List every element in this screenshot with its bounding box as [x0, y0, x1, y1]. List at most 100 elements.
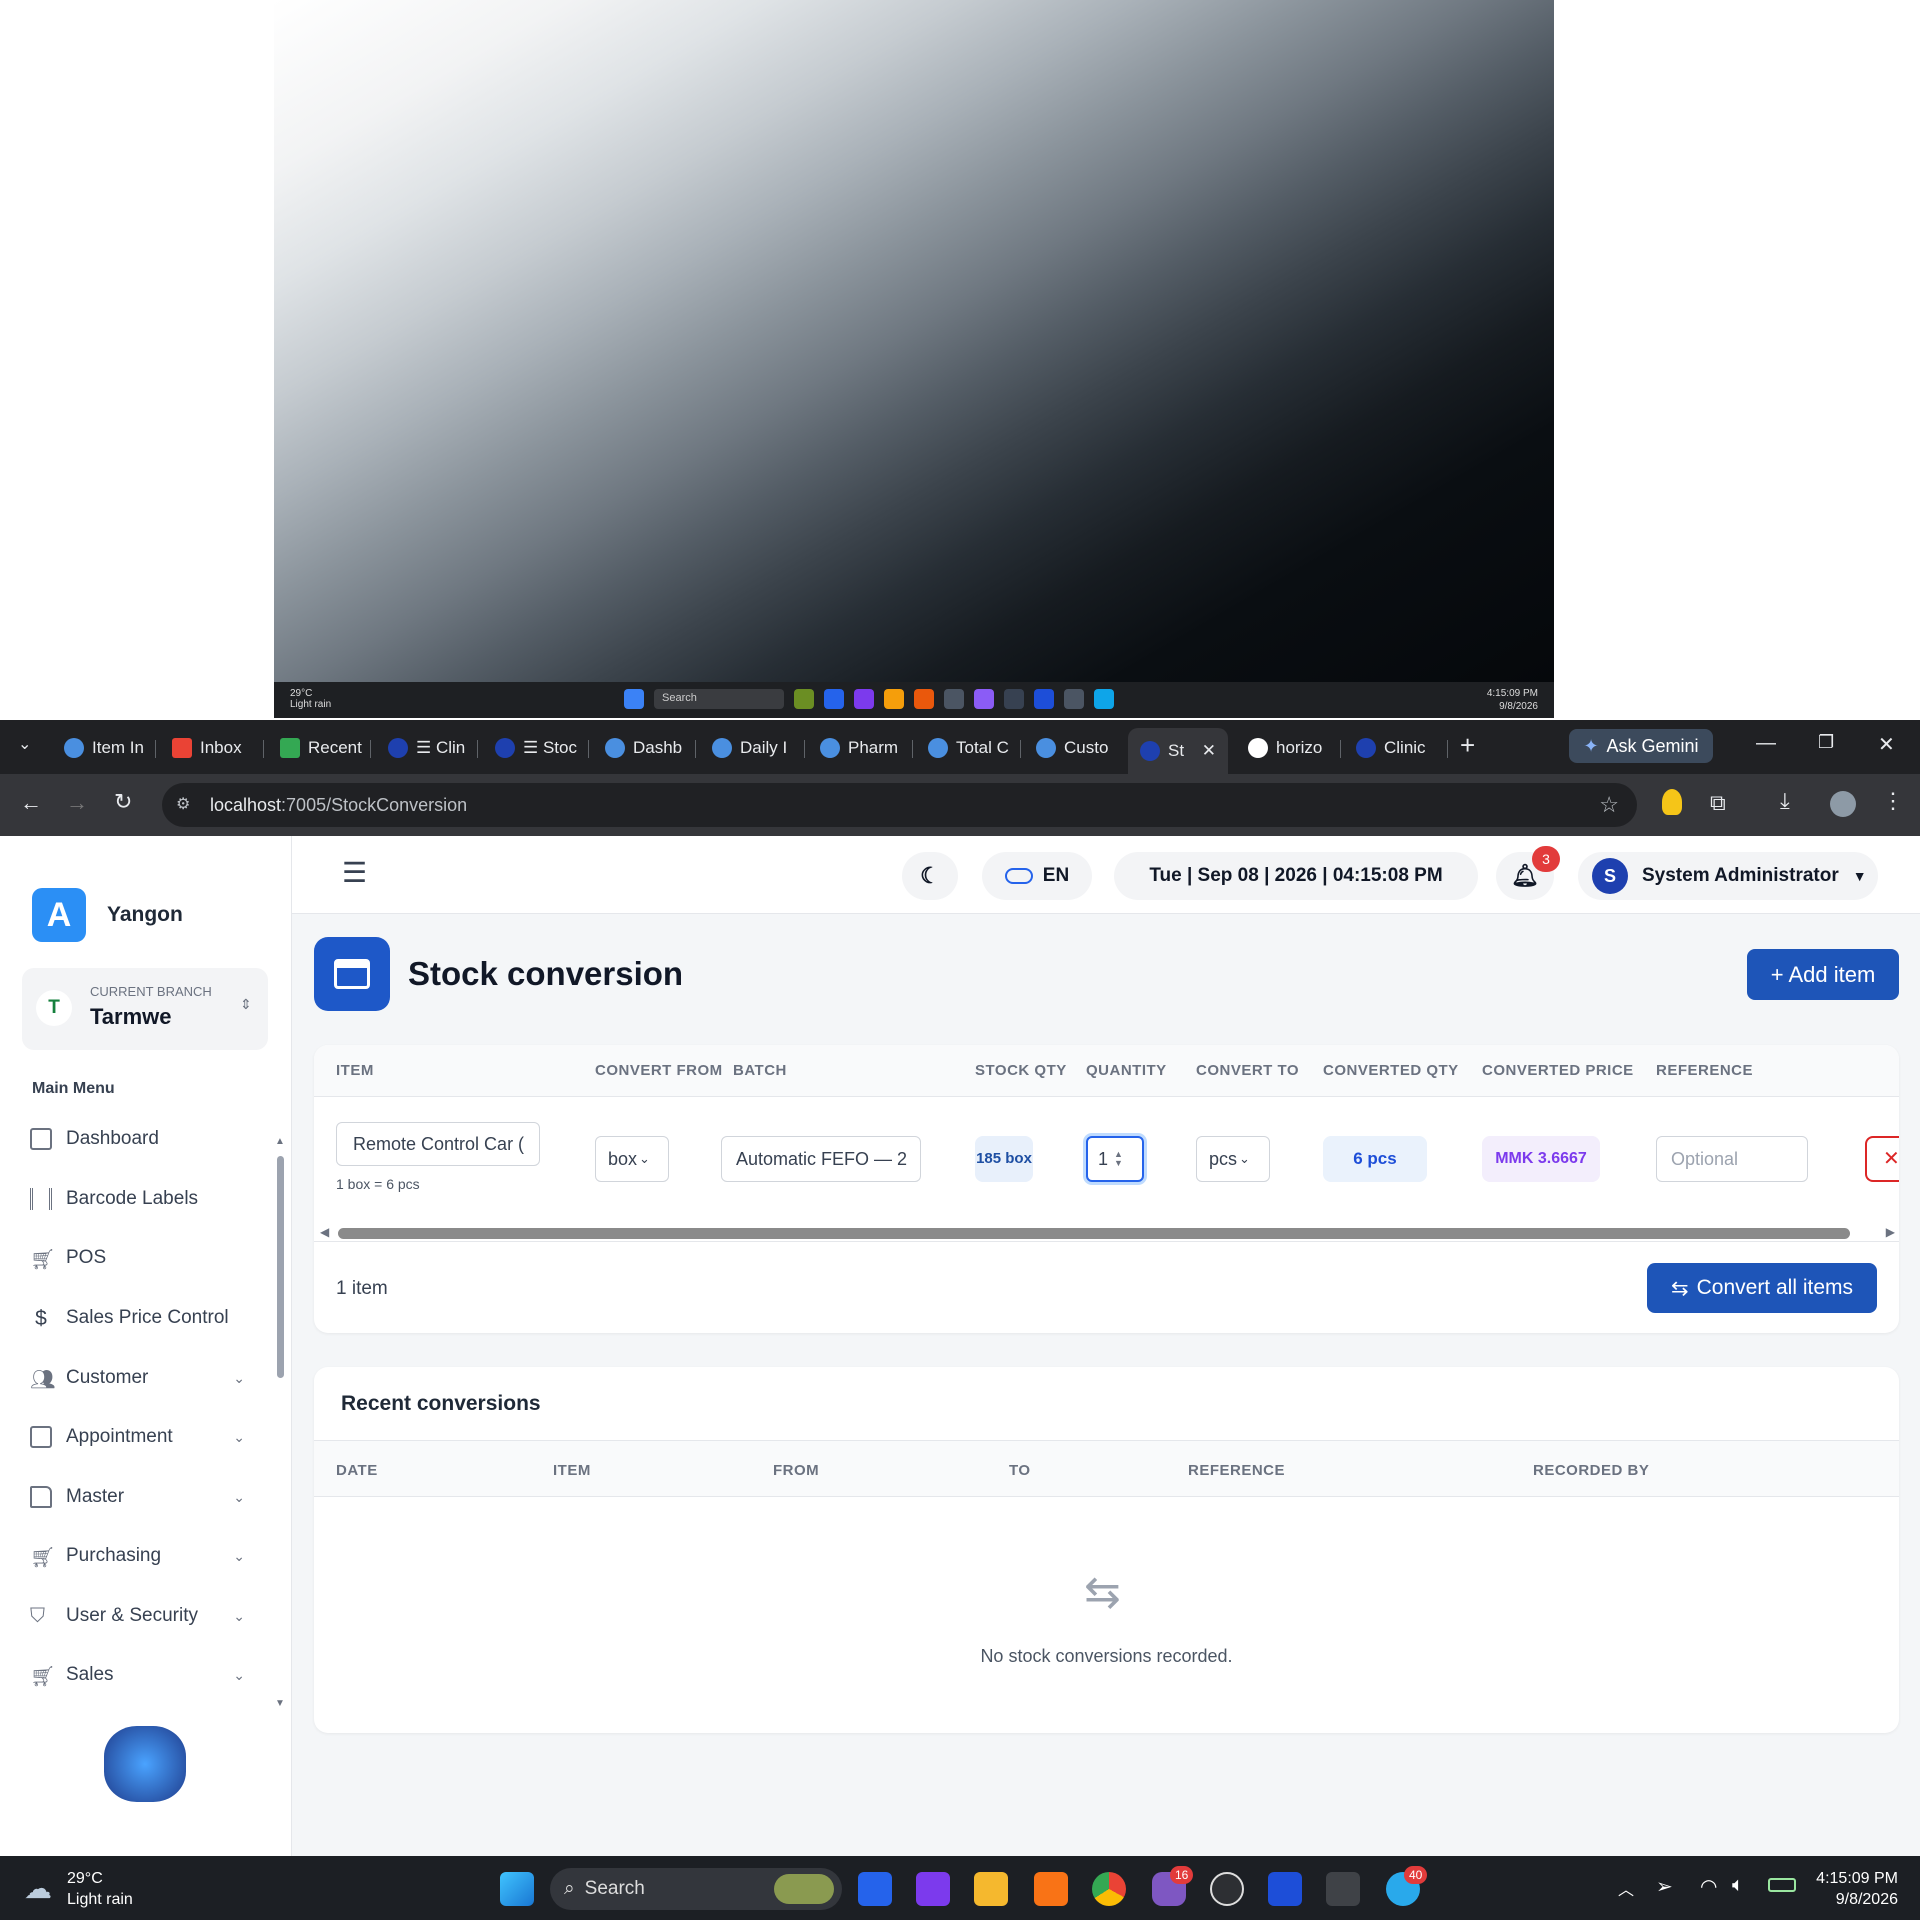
sidebar-item-master[interactable]: Master ⌄ — [30, 1486, 245, 1508]
viber-badge: 16 — [1170, 1866, 1194, 1884]
clock[interactable]: 4:15:09 PM 9/8/2026 — [1808, 1868, 1898, 1910]
item-input[interactable]: Remote Control Car ( — [336, 1122, 540, 1166]
download-icon[interactable]: ⤓ — [1780, 788, 1790, 814]
terminal-icon[interactable] — [1326, 1872, 1360, 1906]
tab-total[interactable]: Total C — [928, 730, 1009, 766]
tab-pharm[interactable]: Pharm — [820, 730, 898, 766]
mini-terminal-icon — [1064, 689, 1084, 709]
telegram-badge: 40 — [1404, 1866, 1428, 1884]
more-menu-icon[interactable]: ⋮ — [1882, 788, 1904, 814]
sidebar-item-appointment[interactable]: Appointment ⌄ — [30, 1426, 245, 1448]
mini-weather: Light rain — [290, 699, 332, 710]
site-info-icon[interactable]: ⚙ — [176, 794, 190, 814]
users-icon: 👥︎ — [30, 1369, 56, 1391]
col-to: TO — [1009, 1462, 1031, 1479]
profile-avatar[interactable] — [1830, 791, 1856, 817]
user-menu[interactable]: S System Administrator ▼ — [1578, 852, 1878, 900]
store-icon[interactable] — [858, 1872, 892, 1906]
org-name: Yangon — [107, 903, 183, 926]
batch-select[interactable]: Automatic FEFO — 2 — [721, 1136, 921, 1182]
top-header: ☰ ☾ EN Tue | Sep 08 | 2026 | 04:15:08 PM… — [292, 836, 1920, 914]
tab-customer[interactable]: Custo — [1036, 730, 1108, 766]
google-icon — [1248, 738, 1268, 758]
convert-to-select[interactable]: pcs ⌄ — [1196, 1136, 1270, 1182]
close-tab-icon[interactable]: ✕ — [1202, 741, 1216, 761]
new-tab-icon[interactable]: + — [1460, 730, 1475, 761]
tab-clinic-2[interactable]: Clinic — [1356, 730, 1426, 766]
dark-mode-toggle[interactable]: ☾ — [902, 852, 958, 900]
tab-stock[interactable]: ☰ Stoc — [495, 730, 577, 766]
add-item-button[interactable]: + Add item — [1747, 949, 1899, 1000]
sidebar-item-sales-price-control[interactable]: $ Sales Price Control — [30, 1307, 245, 1330]
tab-horizon[interactable]: horizo — [1248, 730, 1322, 766]
minimize-icon[interactable]: — — [1756, 732, 1776, 755]
mini-chrome-icon — [944, 689, 964, 709]
back-icon[interactable]: ← — [20, 790, 42, 816]
tab-recent[interactable]: Recent — [280, 730, 362, 766]
language-switch[interactable]: EN — [982, 852, 1092, 900]
app-store-logo-icon: A — [32, 888, 86, 942]
quantity-stepper[interactable]: 1 ▲ ▼ — [1086, 1136, 1144, 1182]
sidebar-item-user-security[interactable]: ⛉ User & Security ⌄ — [30, 1605, 245, 1627]
app-icon[interactable] — [1268, 1872, 1302, 1906]
taskbar-search[interactable]: ⌕ Search — [550, 1868, 842, 1910]
tab-search-icon[interactable]: ⌄ — [18, 734, 31, 754]
chrome-icon[interactable] — [1092, 1872, 1126, 1906]
visual-studio-icon[interactable] — [916, 1872, 950, 1906]
horizontal-scrollbar[interactable]: ◀ ▶ — [320, 1225, 1895, 1241]
mini-folder-icon — [884, 689, 904, 709]
sidebar-item-purchasing[interactable]: 🛒︎ Purchasing ⌄ — [30, 1545, 245, 1569]
convert-from-select[interactable]: box ⌄ — [595, 1136, 669, 1182]
weather-widget[interactable]: 29°C Light rain — [67, 1868, 133, 1910]
extensions-icon[interactable]: ⧉ — [1710, 790, 1726, 816]
sidebar-item-pos[interactable]: 🛒︎ POS — [30, 1247, 245, 1271]
tree-widget-icon — [774, 1874, 834, 1904]
reference-input[interactable]: Optional — [1656, 1136, 1808, 1182]
tab-inbox[interactable]: Inbox — [172, 730, 242, 766]
drive-icon — [280, 738, 300, 758]
browser-tab-bar: ⌄ Item In Inbox Recent ☰ Clin ☰ Stoc Das… — [0, 720, 1920, 774]
bookmark-star-icon[interactable]: ☆ — [1599, 792, 1619, 818]
cart-icon: 🛒︎ — [30, 1666, 56, 1688]
sidebar-item-sales[interactable]: 🛒︎ Sales ⌄ — [30, 1664, 245, 1688]
swap-arrows-icon: ⇆ — [1084, 1568, 1121, 1617]
tab-item-in[interactable]: Item In — [64, 730, 144, 766]
remove-row-button[interactable]: ✕ — [1865, 1136, 1900, 1182]
branch-selector[interactable]: T CURRENT BRANCH Tarmwe ⇕ — [22, 968, 268, 1050]
weather-icon: ☁ — [24, 1873, 52, 1904]
windows-start-icon[interactable] — [500, 1872, 534, 1906]
address-bar[interactable]: ⚙ localhost:7005/StockConversion ☆ — [162, 783, 1637, 827]
ask-gemini-button[interactable]: ✦ Ask Gemini — [1569, 729, 1713, 763]
wifi-icon[interactable]: ◠ — [1700, 1874, 1717, 1899]
tab-dashboard[interactable]: Dashb — [605, 730, 682, 766]
file-explorer-icon[interactable] — [974, 1872, 1008, 1906]
volume-icon[interactable]: 🔈︎ — [1732, 1874, 1744, 1897]
chevron-down-icon: ⌄ — [639, 1151, 650, 1166]
chatgpt-icon[interactable] — [1210, 1872, 1244, 1906]
reload-icon[interactable]: ↻ — [114, 789, 132, 815]
close-window-icon[interactable]: ✕ — [1878, 732, 1895, 757]
bulb-icon[interactable] — [1662, 789, 1682, 815]
tab-favicon — [388, 738, 408, 758]
restore-icon[interactable]: ❐ — [1818, 732, 1834, 753]
files-icon[interactable] — [1034, 1872, 1068, 1906]
mini-time: 4:15:09 PM — [1486, 688, 1538, 699]
forward-icon[interactable]: → — [66, 790, 88, 816]
tab-favicon — [712, 738, 732, 758]
tab-stock-conversion-active[interactable]: St ✕ — [1128, 728, 1228, 774]
sidebar-item-barcode-labels[interactable]: Barcode Labels — [30, 1188, 245, 1210]
battery-icon[interactable] — [1768, 1878, 1796, 1892]
tab-clinic[interactable]: ☰ Clin — [388, 730, 465, 766]
tab-daily[interactable]: Daily I — [712, 730, 787, 766]
chevron-up-icon[interactable]: ︿ — [1618, 1876, 1634, 1900]
sidebar-item-dashboard[interactable]: Dashboard — [30, 1128, 245, 1150]
convert-all-button[interactable]: ⇆ Convert all items — [1647, 1263, 1877, 1313]
empty-state-message: No stock conversions recorded. — [980, 1646, 1233, 1666]
sidebar-scrollbar[interactable]: ▲ ▼ — [275, 1136, 285, 1716]
spinner-arrows-icon[interactable]: ▲ ▼ — [1114, 1150, 1123, 1168]
sidebar-item-customer[interactable]: 👥︎ Customer ⌄ — [30, 1367, 245, 1391]
unit-ratio-note: 1 box = 6 pcs — [336, 1176, 420, 1192]
chevron-down-icon: ⌄ — [233, 1428, 245, 1445]
hamburger-menu-icon[interactable]: ☰ — [342, 856, 367, 889]
url-host: localhost — [210, 794, 282, 815]
